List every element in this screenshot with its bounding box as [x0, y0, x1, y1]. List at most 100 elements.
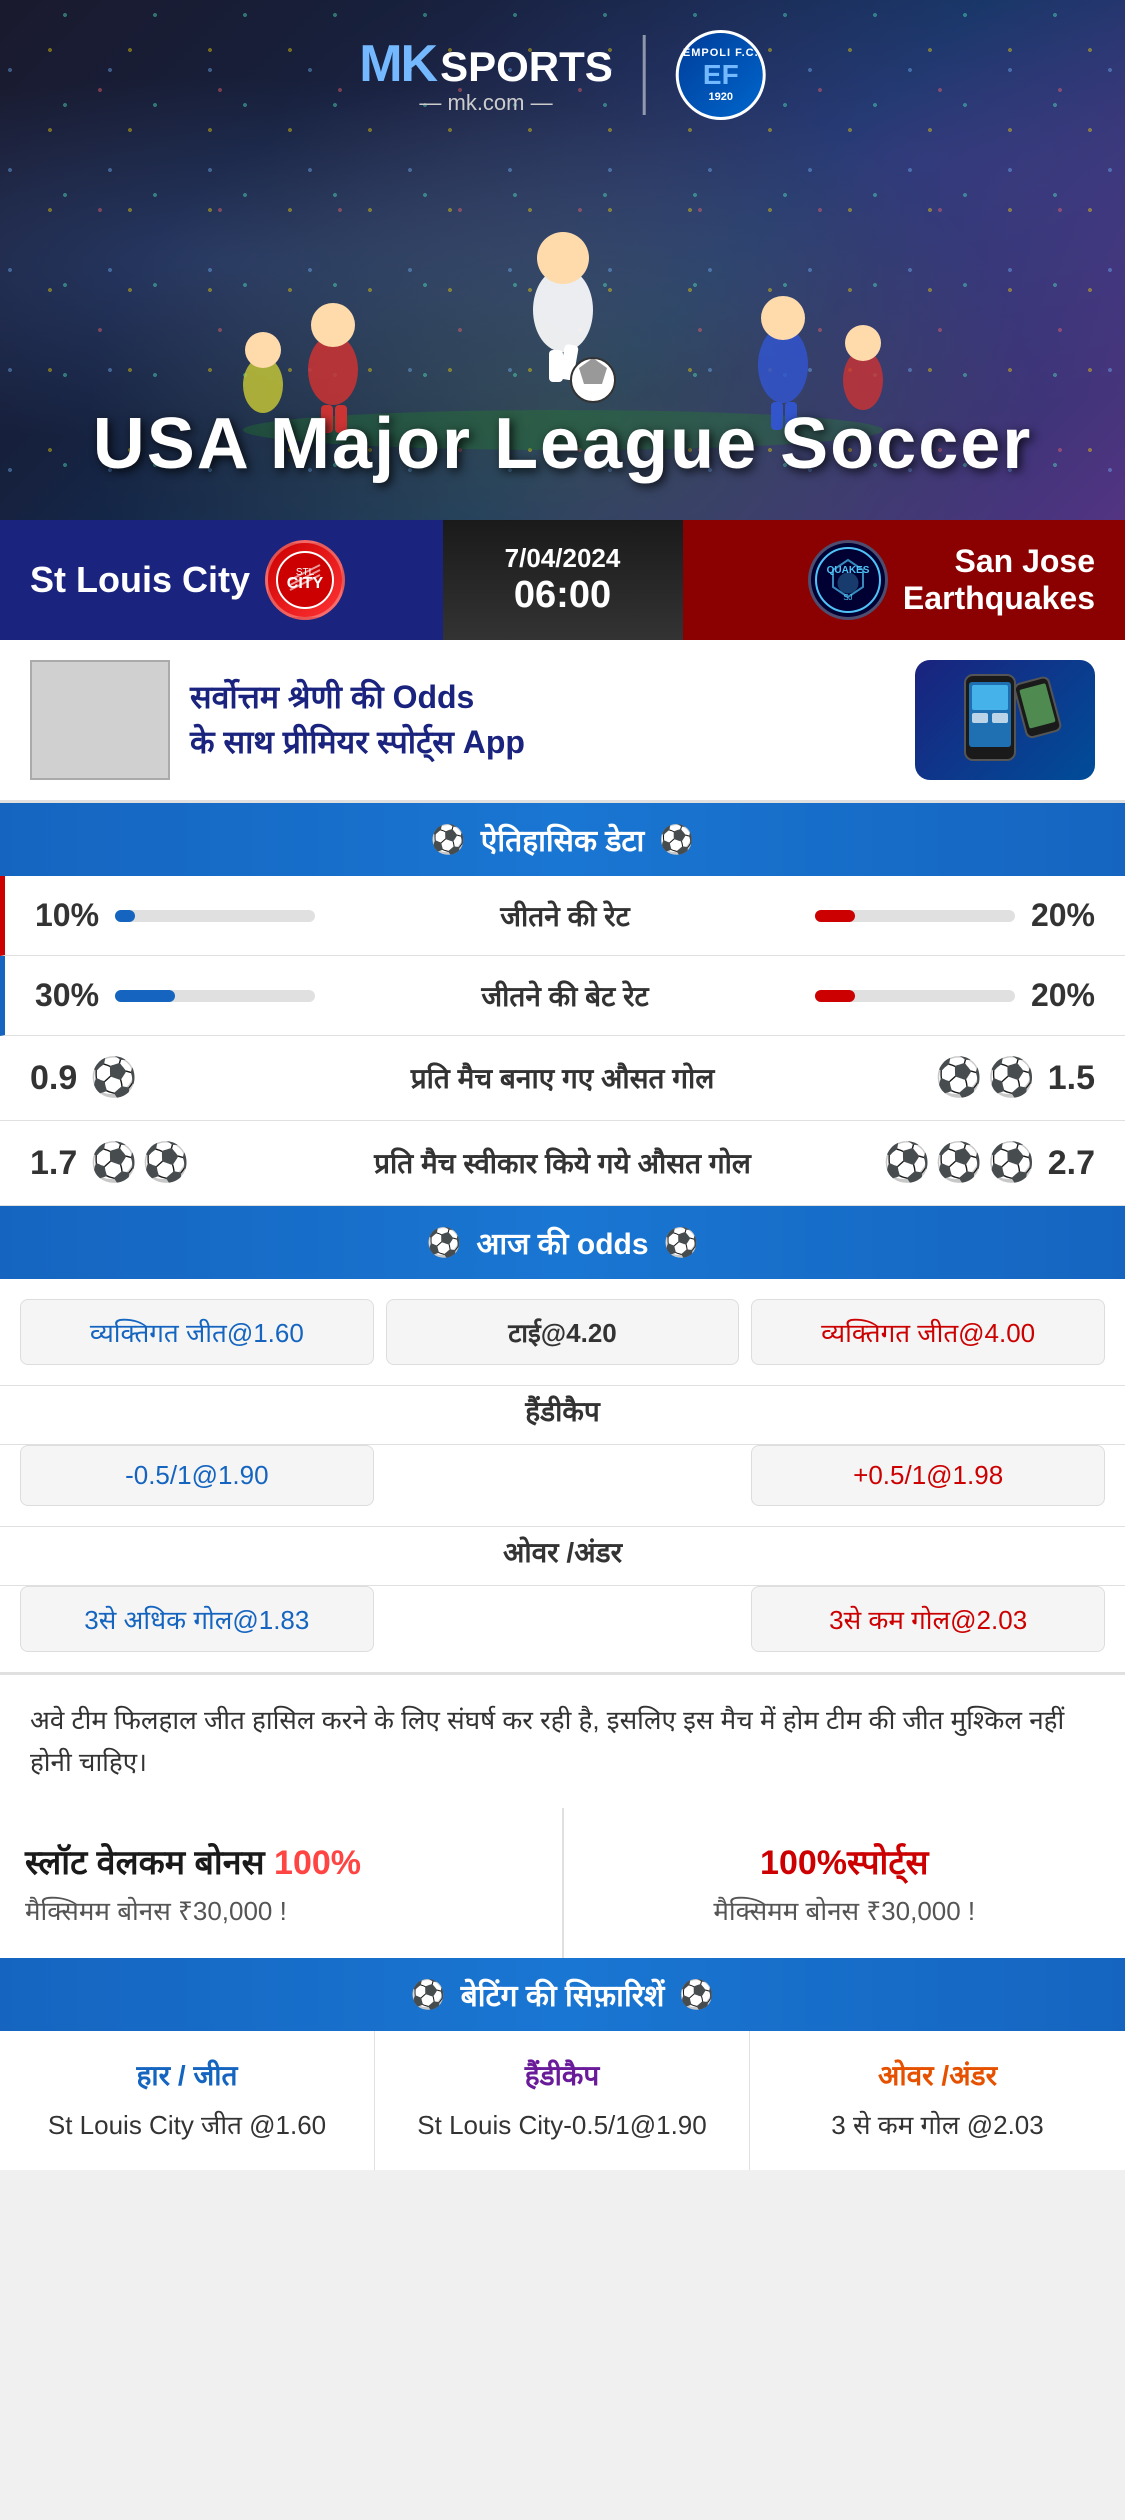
betting-type-2: ओवर /अंडर	[770, 2056, 1105, 2094]
betting-section: ⚽ बेटिंग की सिफ़ारिशें ⚽ हार / जीत St Lo…	[0, 1958, 1125, 2170]
handicap-center-label: हैंडीकैप	[378, 1392, 747, 1430]
handicap-label-row: हैंडीकैप	[0, 1386, 1125, 1445]
goals-conceded-right-icons: ⚽ ⚽ ⚽	[915, 1141, 1035, 1185]
ball-icon-7: ⚽	[935, 1141, 982, 1185]
stat-row-goals-scored: 0.9 ⚽ प्रति मैच बनाए गए औसत गोल ⚽ ⚽ 1.5	[0, 1036, 1125, 1121]
betting-type-0: हार / जीत	[20, 2056, 354, 2094]
sj-logo-svg: QUAKES SJ	[813, 545, 883, 615]
bonus-section: स्लॉट वेलकम बोनस 100% मैक्सिमम बोनस ₹30,…	[0, 1808, 1125, 1958]
mk-letters: MK	[359, 34, 436, 94]
goals-scored-label: प्रति मैच बनाए गए औसत गोल	[210, 1059, 915, 1097]
text-note: अवे टीम फिलहाल जीत हासिल करने के लिए संघ…	[0, 1673, 1125, 1808]
mk-brand-block: MK SPORTS — mk.com —	[359, 34, 613, 116]
stl-logo: CITY STL	[265, 540, 345, 620]
goals-conceded-left-icons: ⚽ ⚽	[90, 1141, 210, 1185]
stat-row-bet-rate: 30% जीतने की बेट रेट 20%	[0, 956, 1125, 1036]
win-rate-label: जीतने की रेट	[335, 897, 795, 935]
hero-banner: MK SPORTS — mk.com — EMPOLI F.C. EF 1920	[0, 0, 1125, 520]
svg-text:SJ: SJ	[843, 593, 852, 602]
ball-icon-4: ⚽	[90, 1141, 137, 1185]
betting-result-0: St Louis City जीत @1.60	[20, 2106, 354, 2145]
bonus-left-title-text: स्लॉट वेलकम बोनस	[25, 1844, 265, 1882]
betting-icon-left: ⚽	[411, 1978, 446, 2011]
odds-section: ⚽ आज की odds ⚽ व्यक्तिगत जीत@1.60 टाई@4.…	[0, 1206, 1125, 1673]
bet-rate-left-val: 30%	[35, 977, 115, 1014]
players-visual	[0, 130, 1125, 450]
odds-tie[interactable]: टाई@4.20	[386, 1299, 740, 1365]
soccer-icon-right: ⚽	[659, 823, 694, 856]
odds-home-win[interactable]: व्यक्तिगत जीत@1.60	[20, 1299, 374, 1365]
bet-rate-left-bar-fill	[115, 990, 175, 1002]
match-row: St Louis City CITY STL 7/04/2024 06:00 Q…	[0, 520, 1125, 640]
bonus-card-left[interactable]: स्लॉट वेलकम बोनस 100% मैक्सिमम बोनस ₹30,…	[0, 1808, 564, 1958]
away-team-name: San Jose Earthquakes	[903, 543, 1095, 617]
match-date: 7/04/2024	[505, 543, 621, 574]
win-rate-right-bar-fill	[815, 910, 855, 922]
bonus-right-subtitle: मैक्सिमम बोनस ₹30,000 !	[589, 1892, 1101, 1928]
sj-logo: QUAKES SJ	[808, 540, 888, 620]
ball-icon-8: ⚽	[988, 1141, 1035, 1185]
bonus-card-right[interactable]: 100%स्पोर्ट्स मैक्सिमम बोनस ₹30,000 !	[564, 1808, 1125, 1958]
bonus-left-highlight: 100%	[274, 1844, 361, 1882]
bonus-right-title: 100%स्पोर्ट्स	[589, 1838, 1101, 1884]
bonus-left-title: स्लॉट वेलकम बोनस 100%	[25, 1838, 537, 1884]
goals-scored-right-icons: ⚽ ⚽	[915, 1056, 1035, 1100]
goals-scored-right-val: 1.5	[1035, 1059, 1095, 1098]
home-team-block: St Louis City CITY STL	[0, 520, 443, 640]
betting-grid: हार / जीत St Louis City जीत @1.60 हैंडीक…	[0, 2031, 1125, 2170]
over-under-label: ओवर /अंडर	[378, 1533, 747, 1571]
odds-over-home[interactable]: 3से अधिक गोल@1.83	[20, 1586, 374, 1652]
odds-away-win[interactable]: व्यक्तिगत जीत@4.00	[751, 1299, 1105, 1365]
match-time: 06:00	[514, 574, 611, 617]
match-center: 7/04/2024 06:00	[443, 520, 683, 640]
promo-line2: के साथ प्रीमियर स्पोर्ट्स App	[190, 720, 895, 765]
odds-handicap-home[interactable]: -0.5/1@1.90	[20, 1445, 374, 1506]
ball-icon-2: ⚽	[935, 1056, 982, 1100]
phone-svg	[945, 670, 1065, 770]
empoli-ef: EF	[703, 59, 739, 91]
betting-col-1: हैंडीकैप St Louis City-0.5/1@1.90	[375, 2031, 750, 2170]
ball-icon-1: ⚽	[90, 1056, 137, 1100]
away-team-block: QUAKES SJ San Jose Earthquakes	[683, 520, 1125, 640]
ball-icon-6: ⚽	[883, 1141, 930, 1185]
odds-handicap-row[interactable]: -0.5/1@1.90 +0.5/1@1.98	[0, 1445, 1125, 1527]
odds-over-row[interactable]: 3से अधिक गोल@1.83 3से कम गोल@2.03	[0, 1586, 1125, 1673]
home-team-name: St Louis City	[30, 559, 250, 601]
bet-rate-right-bar	[815, 990, 1015, 1002]
over-spacer-mid	[386, 1586, 740, 1652]
empoli-badge: EMPOLI F.C. EF 1920	[676, 30, 766, 120]
odds-icon-left: ⚽	[427, 1226, 462, 1259]
handicap-spacer-mid	[386, 1445, 740, 1506]
ball-icon-5: ⚽	[142, 1141, 189, 1185]
win-rate-left-bar	[115, 910, 315, 922]
historical-section: ⚽ ऐतिहासिक डेटा ⚽ 10% जीतने की रेट 20% 3…	[0, 803, 1125, 1206]
odds-over-away[interactable]: 3से कम गोल@2.03	[751, 1586, 1105, 1652]
odds-title: आज की odds	[476, 1222, 648, 1263]
betting-title: बेटिंग की सिफ़ारिशें	[461, 1974, 665, 2015]
stl-logo-svg: CITY STL	[275, 550, 335, 610]
hero-title: USA Major League Soccer	[93, 403, 1033, 485]
over-under-label-row: ओवर /अंडर	[0, 1527, 1125, 1586]
win-rate-right-val: 20%	[1015, 897, 1095, 934]
promo-image-placeholder	[30, 660, 170, 780]
win-rate-left-bar-fill	[115, 910, 135, 922]
sports-text: SPORTS	[440, 43, 613, 91]
bet-rate-left-bar	[115, 990, 315, 1002]
win-rate-left-val: 10%	[35, 897, 115, 934]
odds-header: ⚽ आज की odds ⚽	[0, 1206, 1125, 1279]
goals-conceded-right-val: 2.7	[1035, 1144, 1095, 1183]
soccer-icon-left: ⚽	[431, 823, 466, 856]
odds-win-row[interactable]: व्यक्तिगत जीत@1.60 टाई@4.20 व्यक्तिगत जी…	[0, 1279, 1125, 1386]
goals-conceded-left-val: 1.7	[30, 1144, 90, 1183]
odds-handicap-away[interactable]: +0.5/1@1.98	[751, 1445, 1105, 1506]
betting-result-2: 3 से कम गोल @2.03	[770, 2106, 1105, 2145]
bet-rate-label: जीतने की बेट रेट	[335, 977, 795, 1015]
mk-logo-area: MK SPORTS — mk.com — EMPOLI F.C. EF 1920	[359, 30, 766, 120]
promo-phone-mockup	[915, 660, 1095, 780]
bonus-left-subtitle: मैक्सिमम बोनस ₹30,000 !	[25, 1892, 537, 1928]
goals-conceded-label: प्रति मैच स्वीकार किये गये औसत गोल	[210, 1144, 915, 1182]
betting-col-2: ओवर /अंडर 3 से कम गोल @2.03	[750, 2031, 1125, 2170]
betting-type-1: हैंडीकैप	[395, 2056, 729, 2094]
historical-title: ऐतिहासिक डेटा	[481, 819, 645, 860]
stat-row-win-rate: 10% जीतने की रेट 20%	[0, 876, 1125, 956]
